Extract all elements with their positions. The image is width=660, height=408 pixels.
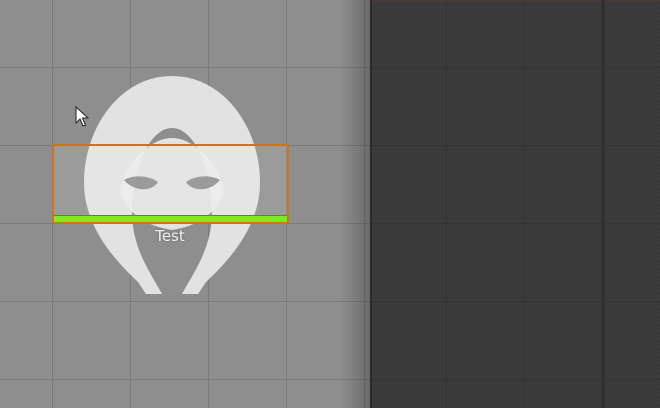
panel-shadow [340, 0, 370, 408]
side-panel[interactable] [370, 0, 660, 408]
panel-top-strip [372, 0, 660, 2]
health-bar-fill [54, 216, 287, 222]
selection-outline[interactable] [52, 144, 289, 224]
health-bar [54, 215, 287, 222]
mouse-pointer-icon [75, 106, 89, 127]
node-label: Test [155, 227, 185, 245]
panel-divider[interactable] [601, 0, 605, 408]
